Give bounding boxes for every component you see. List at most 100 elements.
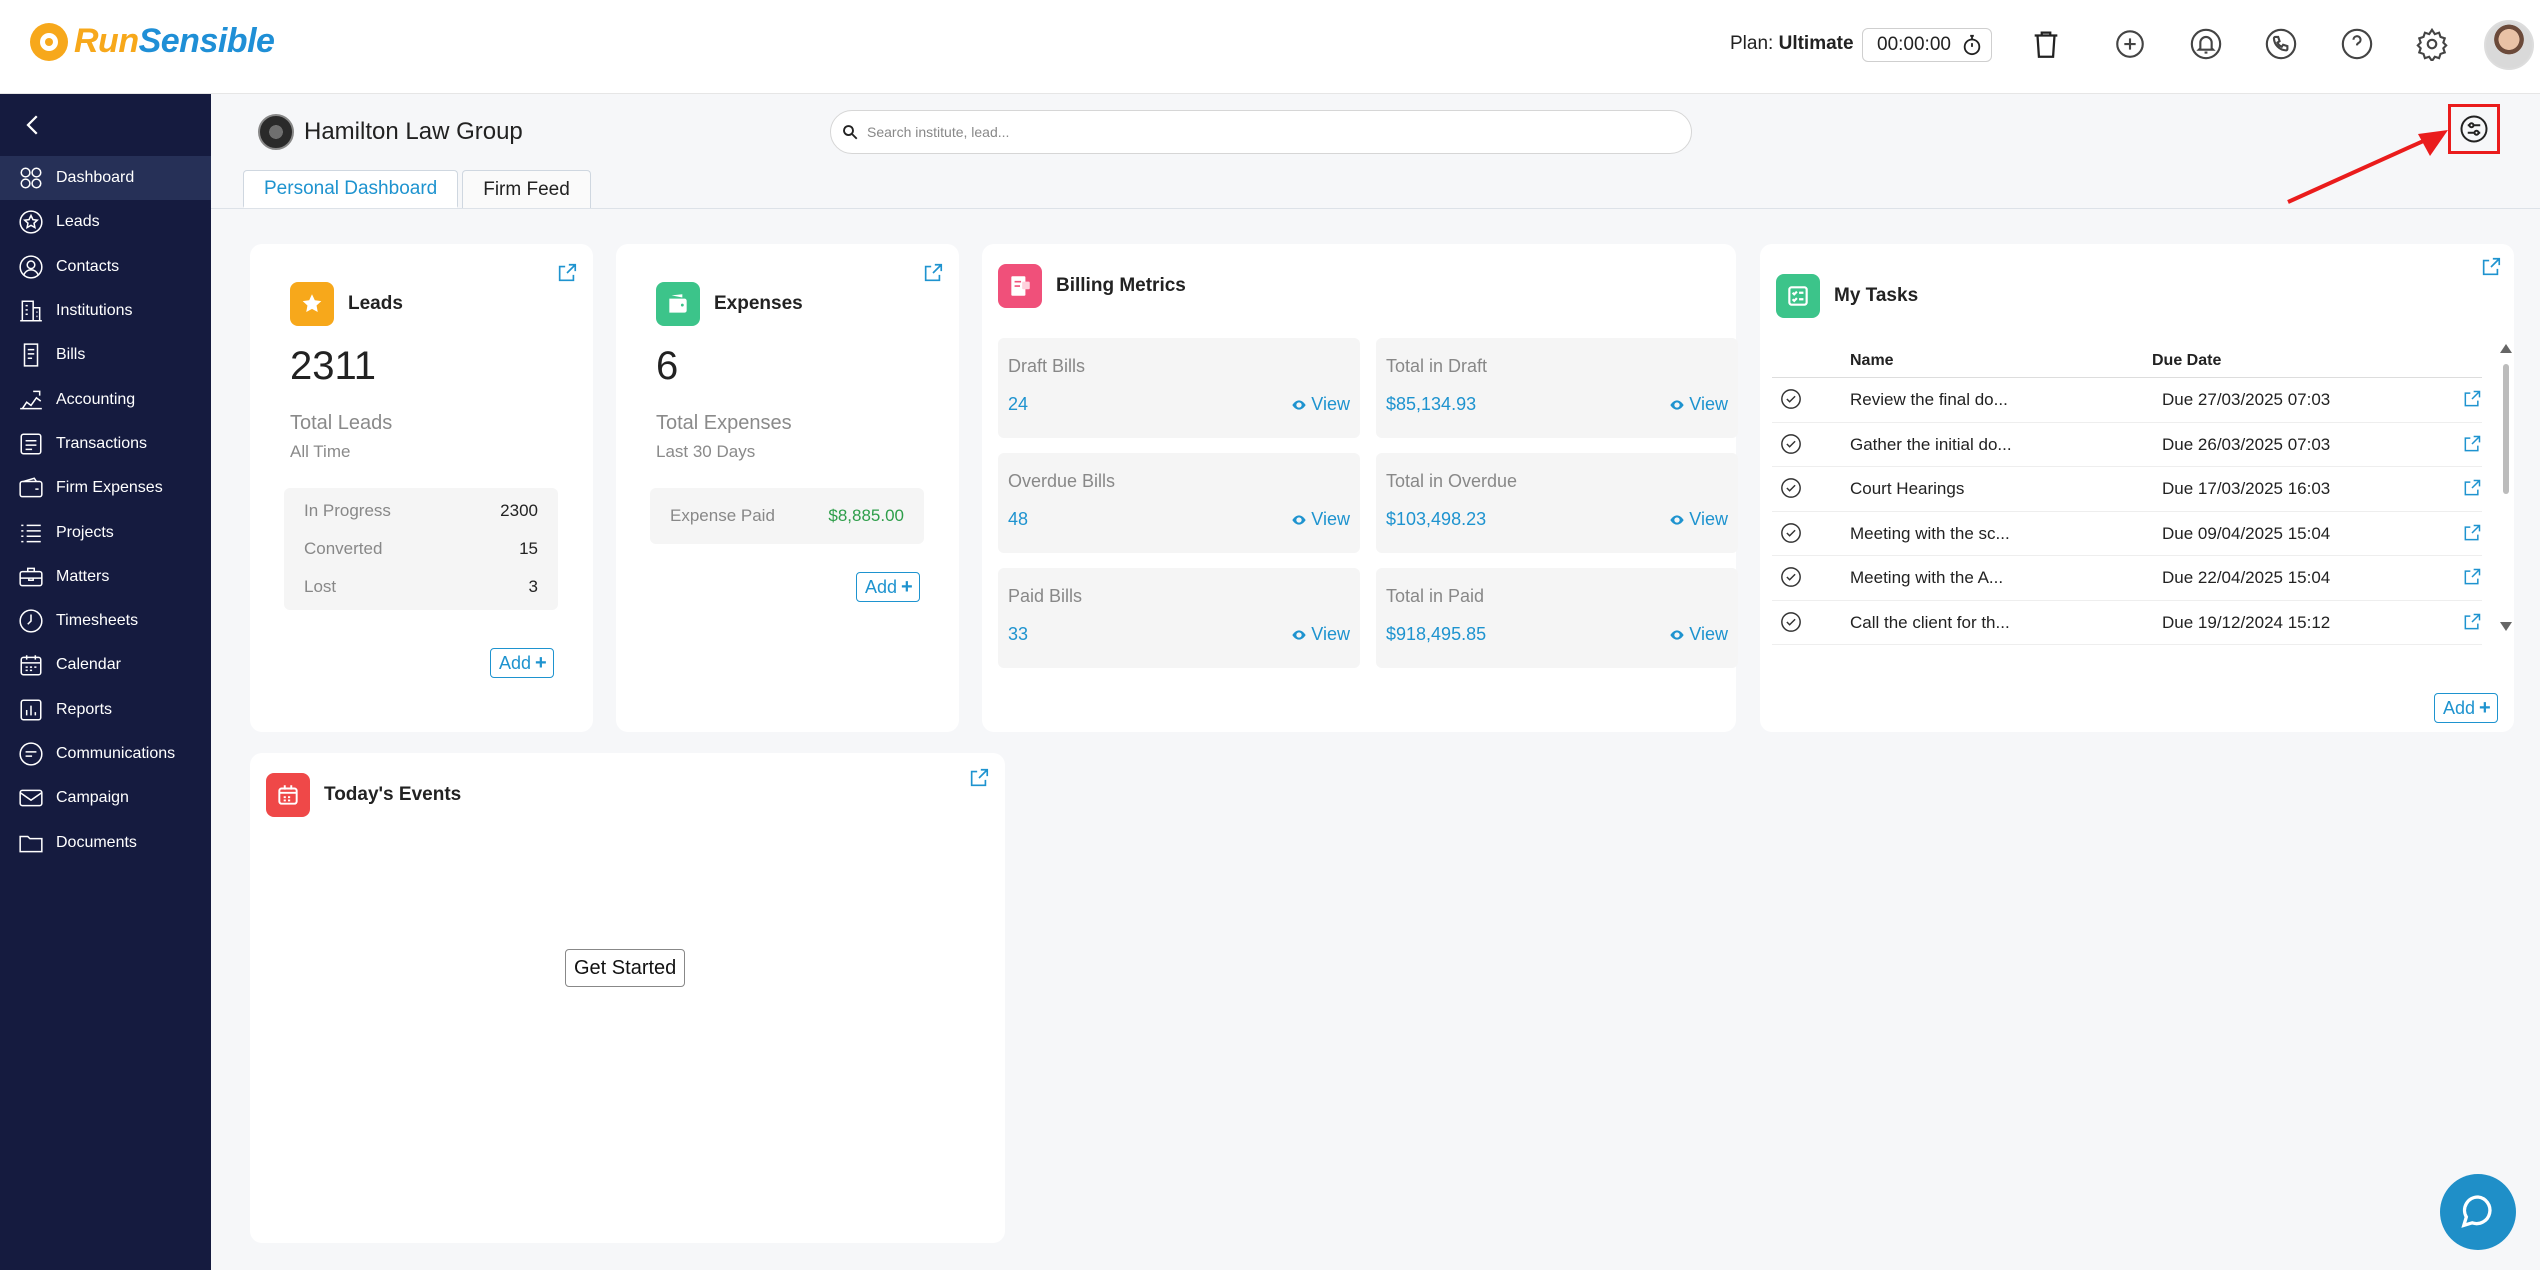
- check-circle-icon[interactable]: [1780, 611, 1802, 633]
- scroll-thumb[interactable]: [2503, 364, 2509, 494]
- brand-name: RunSensible: [74, 22, 275, 60]
- trash-button[interactable]: [2026, 24, 2066, 64]
- sidebar-item-institutions[interactable]: Institutions: [0, 289, 211, 333]
- external-link-icon[interactable]: [2480, 256, 2502, 278]
- phone-button[interactable]: [2261, 24, 2301, 64]
- view-link[interactable]: View: [1291, 394, 1350, 415]
- scroll-up-icon[interactable]: [2500, 344, 2512, 353]
- view-link[interactable]: View: [1291, 509, 1350, 530]
- col-name: Name: [1850, 352, 1894, 369]
- external-link-icon[interactable]: [2462, 567, 2482, 587]
- timer[interactable]: 00:00:00: [1862, 28, 1992, 62]
- table-row[interactable]: Meeting with the A... Due 22/04/2025 15:…: [1772, 556, 2482, 601]
- sidebar-item-label: Leads: [56, 213, 100, 231]
- sidebar-item-label: Contacts: [56, 257, 120, 275]
- table-row[interactable]: Gather the initial do... Due 26/03/2025 …: [1772, 423, 2482, 467]
- tasks-title: My Tasks: [1776, 274, 1918, 318]
- external-link-icon[interactable]: [556, 262, 578, 284]
- chat-launcher-button[interactable]: [2440, 1174, 2516, 1250]
- table-row[interactable]: Review the final do... Due 27/03/2025 07…: [1772, 378, 2482, 423]
- view-link[interactable]: View: [1669, 509, 1728, 530]
- external-link-icon[interactable]: [2462, 434, 2482, 454]
- sidebar-item-campaign[interactable]: Campaign: [0, 776, 211, 820]
- table-row[interactable]: Meeting with the sc... Due 09/04/2025 15…: [1772, 512, 2482, 556]
- external-link-icon[interactable]: [2462, 478, 2482, 498]
- eye-icon: [1670, 629, 1684, 640]
- external-link-icon[interactable]: [2462, 523, 2482, 543]
- add-expense-button[interactable]: Add +: [856, 572, 920, 602]
- settings-button[interactable]: [2412, 24, 2452, 64]
- table-row[interactable]: Call the client for th... Due 19/12/2024…: [1772, 601, 2482, 645]
- calendar-badge-icon: [266, 773, 310, 817]
- firm-logo: [258, 114, 294, 150]
- external-link-icon[interactable]: [922, 262, 944, 284]
- gear-icon: [2416, 27, 2448, 61]
- sidebar-item-bills[interactable]: Bills: [0, 333, 211, 377]
- metric-total-in-draft: Total in Draft $85,134.93 View: [1376, 338, 1738, 438]
- search-bar: [830, 110, 1692, 154]
- help-button[interactable]: [2337, 24, 2377, 64]
- brand-logo[interactable]: RunSensible: [30, 22, 275, 61]
- scroll-down-icon[interactable]: [2500, 622, 2512, 631]
- check-circle-icon[interactable]: [1780, 522, 1802, 544]
- external-link-icon[interactable]: [2462, 389, 2482, 409]
- external-link-icon[interactable]: [968, 767, 990, 789]
- sidebar-item-label: Projects: [56, 523, 114, 541]
- add-lead-button[interactable]: Add +: [490, 648, 554, 678]
- check-circle-icon[interactable]: [1780, 388, 1802, 410]
- billing-title: Billing Metrics: [998, 264, 1186, 308]
- check-circle-icon[interactable]: [1780, 566, 1802, 588]
- briefcase-icon: [19, 567, 43, 587]
- check-circle-icon[interactable]: [1780, 433, 1802, 455]
- sidebar-item-leads[interactable]: Leads: [0, 200, 211, 244]
- sidebar-item-documents[interactable]: Documents: [0, 820, 211, 864]
- tab-firm-feed[interactable]: Firm Feed: [462, 170, 591, 208]
- sidebar-item-contacts[interactable]: Contacts: [0, 245, 211, 289]
- sidebar-item-firm-expenses[interactable]: Firm Expenses: [0, 466, 211, 510]
- view-link[interactable]: View: [1669, 394, 1728, 415]
- view-link[interactable]: View: [1669, 624, 1728, 645]
- chevron-left-icon[interactable]: [18, 110, 48, 140]
- table-row[interactable]: Court Hearings Due 17/03/2025 16:03: [1772, 467, 2482, 512]
- sidebar-item-calendar[interactable]: Calendar: [0, 643, 211, 687]
- view-link[interactable]: View: [1291, 624, 1350, 645]
- sidebar-item-label: Reports: [56, 700, 113, 718]
- plan-indicator: Plan: Ultimate: [1730, 33, 1854, 54]
- sidebar-item-timesheets[interactable]: Timesheets: [0, 599, 211, 643]
- report-icon: [20, 699, 42, 721]
- metric-draft-bills: Draft Bills 24 View: [998, 338, 1360, 438]
- external-link-icon[interactable]: [2462, 612, 2482, 632]
- sidebar-item-communications[interactable]: Communications: [0, 732, 211, 776]
- sidebar-item-projects[interactable]: Projects: [0, 510, 211, 554]
- eye-icon: [1292, 399, 1306, 410]
- avatar[interactable]: [2484, 20, 2534, 70]
- sidebar-item-dashboard[interactable]: Dashboard: [0, 156, 211, 201]
- search-icon: [843, 125, 858, 140]
- get-started-button[interactable]: Get Started: [565, 949, 686, 987]
- chat-icon: [19, 742, 43, 766]
- tasks-scrollbar[interactable]: [2500, 344, 2512, 634]
- leads-total: 2311: [290, 344, 377, 388]
- quick-add-call-button[interactable]: [2110, 24, 2150, 64]
- metric-total-in-overdue: Total in Overdue $103,498.23 View: [1376, 453, 1738, 553]
- trash-icon: [2034, 31, 2058, 58]
- sliders-icon: [2460, 115, 2488, 143]
- sidebar-item-matters[interactable]: Matters: [0, 555, 211, 599]
- notifications-button[interactable]: [2186, 24, 2226, 64]
- check-circle-icon[interactable]: [1780, 477, 1802, 499]
- tab-personal-dashboard[interactable]: Personal Dashboard: [243, 170, 459, 208]
- wallet-icon: [19, 477, 43, 498]
- sidebar-item-transactions[interactable]: Transactions: [0, 422, 211, 466]
- expense-paid-label: Expense Paid: [670, 506, 775, 525]
- sidebar-item-label: Timesheets: [56, 612, 139, 630]
- bill-icon: [23, 343, 39, 367]
- plus-icon: +: [901, 575, 913, 598]
- add-task-button[interactable]: Add +: [2434, 693, 2498, 723]
- search-input[interactable]: [867, 124, 1647, 140]
- clock-icon: [19, 609, 43, 633]
- sidebar-item-label: Transactions: [56, 434, 147, 452]
- sidebar-item-reports[interactable]: Reports: [0, 688, 211, 732]
- building-icon: [20, 300, 42, 322]
- invoice-badge-icon: [998, 264, 1042, 308]
- sidebar-item-accounting[interactable]: Accounting: [0, 377, 211, 421]
